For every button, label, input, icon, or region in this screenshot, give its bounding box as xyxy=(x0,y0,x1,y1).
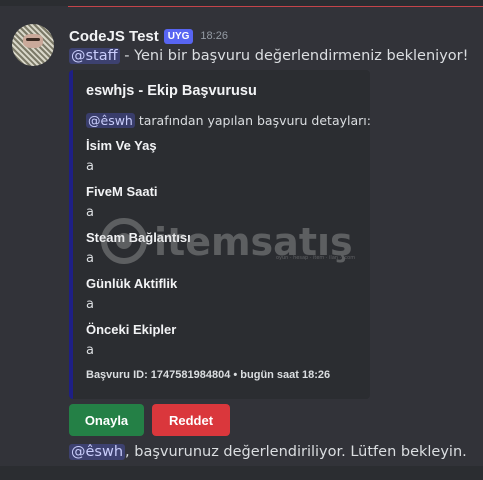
approve-button[interactable]: Onayla xyxy=(69,404,144,436)
field-value: a xyxy=(86,205,94,220)
avatar-eyes xyxy=(26,38,40,41)
message-header: CodeJS Test UYG 18:26 xyxy=(69,26,228,46)
user-mention[interactable]: @êswh xyxy=(86,113,135,128)
field-value: a xyxy=(86,159,94,174)
embed-footer: Başvuru ID: 1747581984804 • bugün saat 1… xyxy=(86,369,331,381)
embed-field-daily-activity: Günlük Aktiflik a xyxy=(86,276,177,313)
app-badge: UYG xyxy=(163,28,194,44)
message-input-area xyxy=(0,466,483,480)
field-value: a xyxy=(86,297,94,312)
field-name: FiveM Saati xyxy=(86,184,158,199)
author-avatar[interactable] xyxy=(12,24,54,66)
message-timestamp[interactable]: 18:26 xyxy=(200,30,228,42)
embed-field-steam-link: Steam Bağlantısı a xyxy=(86,230,191,267)
role-mention[interactable]: @staff xyxy=(69,48,120,64)
field-name: Günlük Aktiflik xyxy=(86,276,178,291)
field-name: Steam Bağlantısı xyxy=(86,230,191,245)
followup-text: , başvurunuz değerlendiriliyor. Lütfen b… xyxy=(125,444,467,460)
new-messages-divider xyxy=(68,6,483,7)
embed-title: eswhjs - Ekip Başvurusu xyxy=(86,83,257,99)
application-embed: eswhjs - Ekip Başvurusu @êswh tarafından… xyxy=(69,70,371,399)
embed-description: @êswh tarafından yapılan başvuru detayla… xyxy=(86,112,371,130)
followup-message: @êswh, başvurunuz değerlendiriliyor. Lüt… xyxy=(69,442,467,462)
message-text: - Yeni bir başvuru değerlendirmeniz bekl… xyxy=(119,48,469,64)
embed-field-fivem-hours: FiveM Saati a xyxy=(86,184,158,221)
message-content: @staff - Yeni bir başvuru değerlendirmen… xyxy=(69,46,468,66)
embed-description-text: tarafından yapılan başvuru detayları: xyxy=(134,113,371,128)
field-name: İsim Ve Yaş xyxy=(86,138,157,153)
embed-field-name-age: İsim Ve Yaş a xyxy=(86,138,157,175)
author-name[interactable]: CodeJS Test xyxy=(69,28,159,45)
field-value: a xyxy=(86,343,94,358)
field-value: a xyxy=(86,251,94,266)
avatar-face xyxy=(23,34,43,48)
embed-field-previous-teams: Önceki Ekipler a xyxy=(86,322,176,359)
reject-button[interactable]: Reddet xyxy=(152,404,230,436)
field-name: Önceki Ekipler xyxy=(86,322,177,337)
user-mention[interactable]: @êswh xyxy=(69,444,126,460)
